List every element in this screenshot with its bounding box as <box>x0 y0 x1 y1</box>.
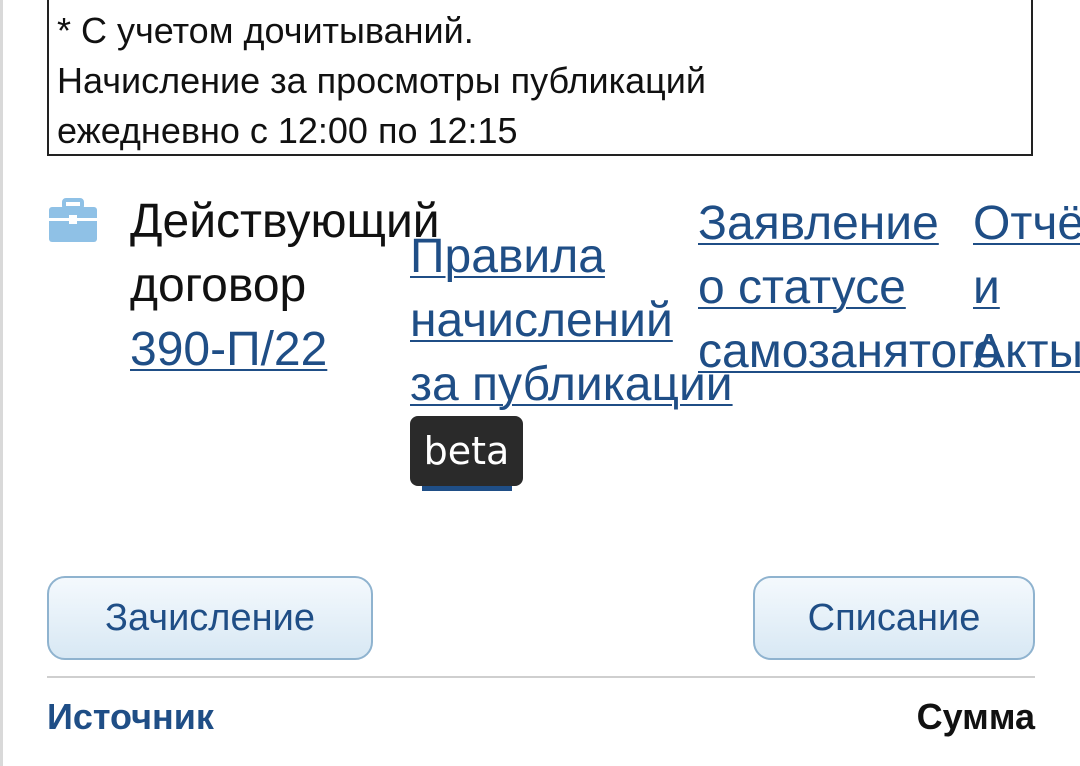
rules-link-line2: начислений <box>410 294 673 347</box>
column-header-sum: Сумма <box>916 696 1035 737</box>
contract-label-line2: договор <box>130 259 307 312</box>
self-employed-statement-link[interactable]: Заявление о статусе самозанятого <box>698 192 1000 384</box>
rules-link-line1: Правила <box>410 230 605 283</box>
briefcase-icon <box>49 198 97 242</box>
debit-button[interactable]: Списание <box>753 576 1035 660</box>
column-header-source[interactable]: Источник <box>47 696 214 738</box>
reports-link-line2: и <box>973 261 1000 314</box>
statement-link-line2: о статусе <box>698 261 906 314</box>
note-line-2: Начисление за просмотры публикаций <box>57 60 706 101</box>
beta-badge: beta <box>410 416 523 486</box>
contract-label-line1: Действующий <box>130 195 440 248</box>
left-edge <box>0 0 3 766</box>
statement-link-line3: самозанятого <box>698 325 1001 378</box>
contract-number-link[interactable]: 390-П/22 <box>130 323 327 376</box>
table-divider <box>47 676 1035 678</box>
reports-acts-link[interactable]: Отчё и Акты <box>973 192 1080 384</box>
rules-link[interactable]: Правила начислений за публикации <box>410 225 733 417</box>
credit-button[interactable]: Зачисление <box>47 576 373 660</box>
note-line-3: ежедневно с 12:00 по 12:15 <box>57 110 518 151</box>
beta-underline <box>422 486 512 491</box>
rules-link-line3: за публикации <box>410 358 733 411</box>
current-contract: Действующий договор 390-П/22 <box>130 190 440 382</box>
reports-link-line3: Акты <box>973 325 1080 378</box>
note-line-1: * С учетом дочитываний. <box>57 10 474 51</box>
info-note: * С учетом дочитываний. Начисление за пр… <box>47 0 1033 156</box>
statement-link-line1: Заявление <box>698 197 939 250</box>
reports-link-line1: Отчё <box>973 197 1080 250</box>
